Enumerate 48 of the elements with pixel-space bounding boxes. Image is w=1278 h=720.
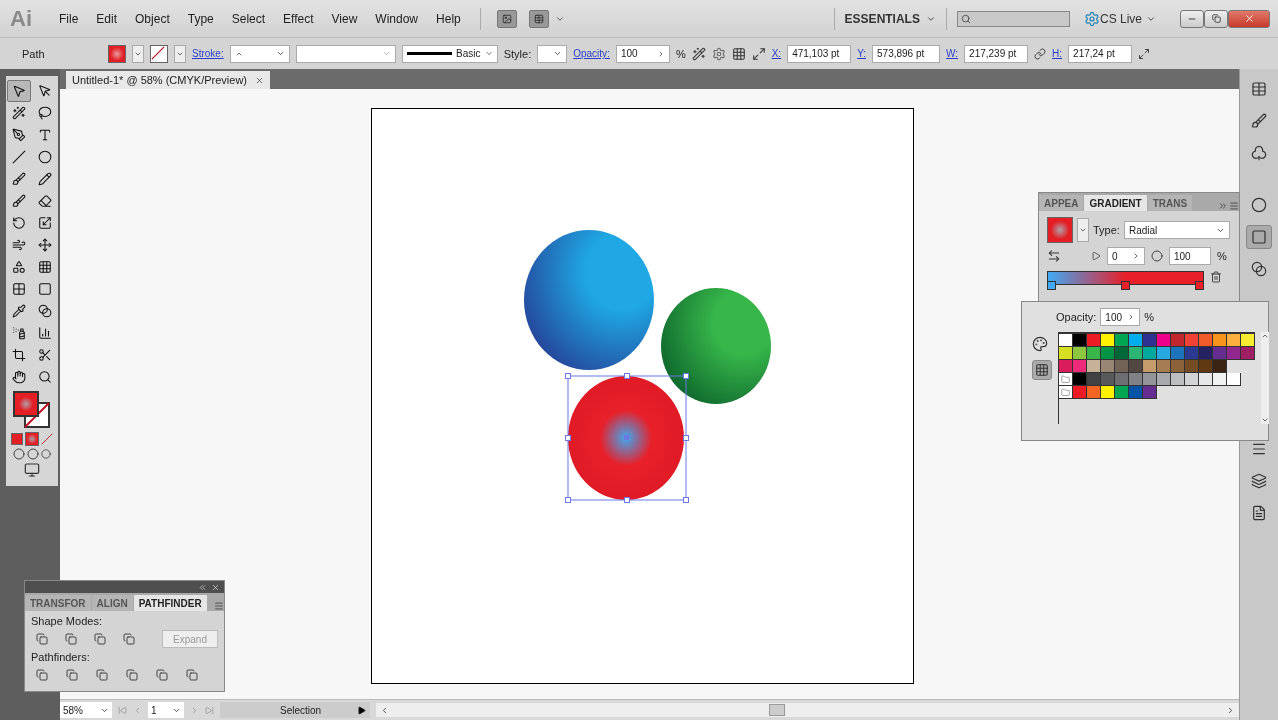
menu-item[interactable]: Type bbox=[178, 11, 223, 26]
menu-item[interactable]: Select bbox=[222, 11, 275, 26]
percent-label: % bbox=[1217, 250, 1227, 262]
artboard-field[interactable]: 1 bbox=[148, 702, 184, 718]
menu-item[interactable]: View bbox=[322, 11, 367, 26]
menu-item[interactable]: Window bbox=[366, 11, 428, 26]
status-info[interactable]: Selection bbox=[220, 702, 370, 718]
percent-label: % bbox=[675, 47, 686, 60]
x-field[interactable]: 471,103 pt bbox=[787, 44, 852, 63]
menu-item[interactable]: Help bbox=[427, 11, 470, 26]
y-field[interactable]: 573,896 pt bbox=[872, 44, 941, 63]
stroke-link[interactable]: Stroke: bbox=[192, 48, 224, 59]
selection-type: Path bbox=[22, 47, 46, 60]
menu-item[interactable]: Object bbox=[126, 11, 179, 26]
document-title: Untitled-1* @ 58% (CMYK/Preview) bbox=[72, 74, 247, 86]
panel-tab[interactable]: GRADIENT bbox=[1084, 195, 1147, 211]
style-label: Style: bbox=[503, 47, 532, 60]
panel-tab[interactable]: APPEA bbox=[1039, 195, 1084, 211]
app-logo: Ai bbox=[10, 5, 32, 32]
opacity-label: Opacity: bbox=[1056, 311, 1097, 323]
document-tab[interactable]: Untitled-1* @ 58% (CMYK/Preview) bbox=[66, 71, 270, 89]
y-link[interactable]: Y: bbox=[857, 48, 867, 59]
panel-tab[interactable]: ALIGN bbox=[91, 595, 133, 611]
x-link[interactable]: X: bbox=[771, 48, 782, 59]
cs-live-button[interactable]: CS Live bbox=[1099, 11, 1156, 26]
opacity-field[interactable]: 100 bbox=[615, 44, 670, 63]
menu-item[interactable]: File bbox=[50, 11, 88, 26]
aspect-field[interactable]: 100 bbox=[1169, 247, 1211, 265]
pathfinders-label: Pathfinders: bbox=[31, 651, 91, 663]
h-link[interactable]: H: bbox=[1052, 48, 1063, 59]
w-link[interactable]: W: bbox=[946, 48, 959, 59]
shape-modes-label: Shape Modes: bbox=[31, 615, 103, 627]
percent-label: % bbox=[1144, 311, 1155, 323]
panel-tab[interactable]: PATHFINDER bbox=[133, 595, 207, 611]
brush-field[interactable]: Basic bbox=[401, 44, 498, 63]
type-field[interactable]: Radial bbox=[1123, 221, 1230, 239]
w-field[interactable]: 217,239 pt bbox=[964, 44, 1029, 63]
angle-field[interactable]: 0 bbox=[1107, 247, 1145, 265]
panel-tab[interactable]: TRANSFOR bbox=[25, 595, 91, 611]
type-label: Type: bbox=[1093, 224, 1120, 236]
zoom-field[interactable]: 58% bbox=[60, 702, 112, 718]
h-field[interactable]: 217,24 pt bbox=[1068, 44, 1133, 63]
opacity-link[interactable]: Opacity: bbox=[573, 48, 610, 59]
menu-item[interactable]: Edit bbox=[87, 11, 127, 26]
opacity-field[interactable]: 100 bbox=[1100, 308, 1141, 326]
menu-item[interactable]: Effect bbox=[274, 11, 323, 26]
workspace-switcher[interactable]: ESSENTIALS bbox=[844, 11, 936, 26]
panel-tab[interactable]: TRANS bbox=[1147, 195, 1193, 211]
